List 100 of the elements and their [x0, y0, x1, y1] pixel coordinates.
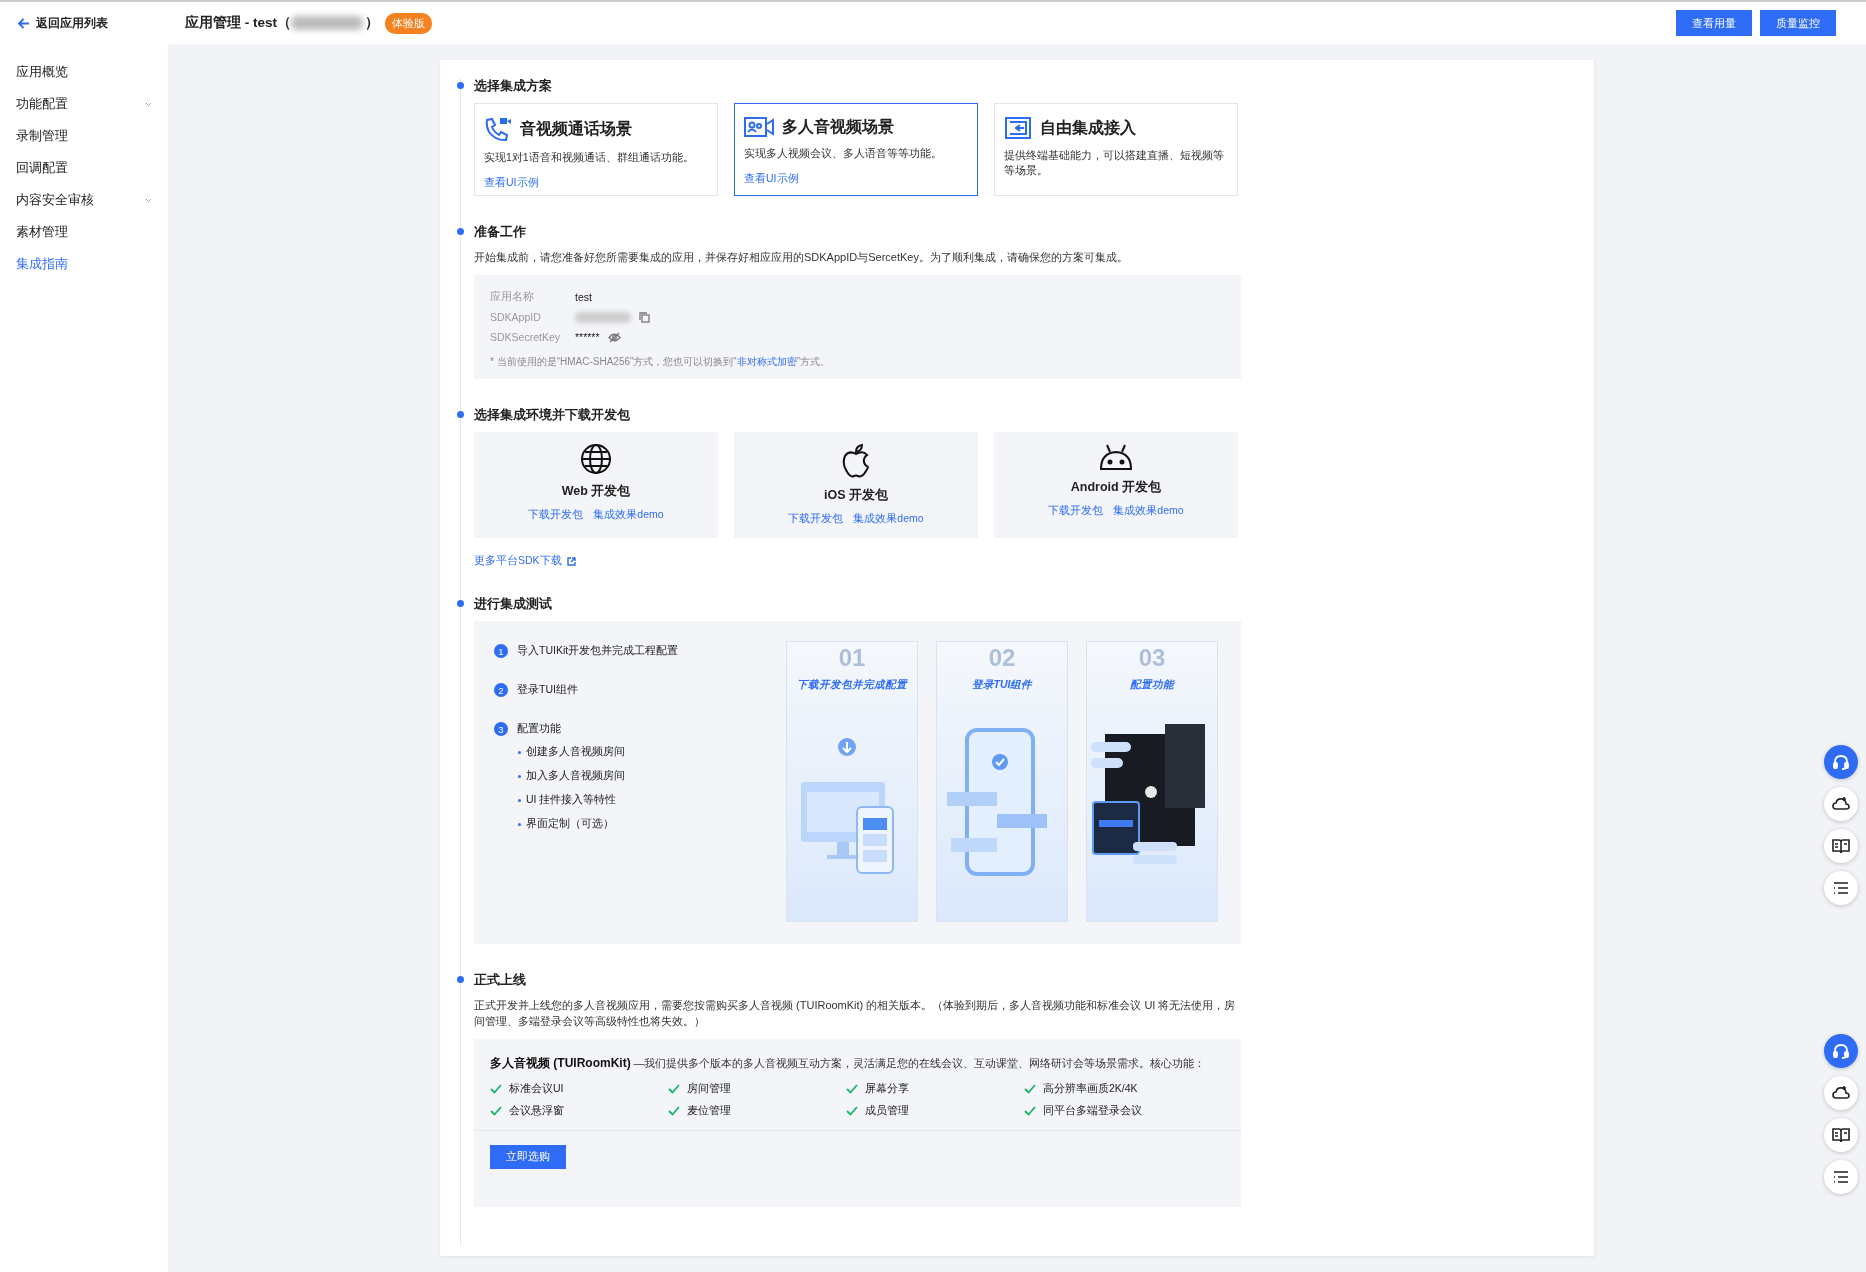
section-title: 选择集成环境并下载开发包	[474, 407, 631, 424]
section-title: 进行集成测试	[474, 596, 553, 613]
download-link[interactable]: 集成效果demo	[593, 508, 664, 522]
video-meeting-icon	[744, 116, 774, 138]
download-link[interactable]: 集成效果demo	[853, 512, 924, 526]
check-icon	[490, 1106, 502, 1116]
check-icon	[846, 1084, 858, 1094]
section-title: 选择集成方案	[474, 78, 553, 95]
book-icon[interactable]	[1824, 1118, 1858, 1152]
platform-title: iOS 开发包	[824, 487, 888, 504]
external-link-icon	[566, 556, 576, 566]
scenario-title: 音视频通话场景	[520, 118, 632, 139]
download-link[interactable]: 下载开发包	[1048, 504, 1104, 518]
timeline-dot	[457, 228, 464, 235]
sidebar-item[interactable]: 集成指南	[0, 248, 168, 280]
step-number: 2	[494, 683, 508, 697]
platform-title: Web 开发包	[561, 483, 631, 500]
phone-camera-icon	[484, 116, 512, 142]
sidebar-item[interactable]: 内容安全审核	[0, 184, 168, 216]
sidebar-item[interactable]: 功能配置	[0, 88, 168, 120]
check-icon	[490, 1084, 502, 1094]
feature-label: 房间管理	[687, 1082, 731, 1096]
buy-button[interactable]: 立即选购	[490, 1145, 566, 1169]
step-panel-number: 03	[1138, 644, 1166, 671]
step-number: 1	[494, 644, 508, 658]
redacted-value	[575, 311, 631, 323]
download-link[interactable]: 下载开发包	[528, 508, 584, 522]
sidebar-item[interactable]: 应用概览	[0, 56, 168, 88]
step-panel-number: 02	[988, 644, 1016, 671]
section-title: 正式上线	[474, 972, 527, 989]
bullet-dot	[518, 750, 521, 754]
info-label: SDKSecretKey	[490, 331, 562, 343]
scenario-description: 实现1对1语音和视频通话、群组通话功能。	[484, 150, 695, 165]
bullet-dot	[518, 798, 521, 802]
ui-example-link[interactable]: 查看UI示例	[484, 176, 539, 188]
info-label: 应用名称	[490, 290, 535, 304]
check-icon	[846, 1106, 858, 1116]
download-link[interactable]: 下载开发包	[788, 512, 844, 526]
scenario-description: 实现多人视频会议、多人语音等等功能。	[744, 146, 943, 161]
headset-icon[interactable]	[1824, 745, 1858, 779]
encryption-note: * 当前使用的是“HMAC-SHA256”方式，您也可以切换到“非对称式加密”方式。	[490, 355, 832, 369]
bullet-dot	[518, 822, 521, 826]
step-panel-title: 登录TUI组件	[971, 678, 1033, 690]
section-description: 正式开发并上线您的多人音视频应用，需要您按需购买多人音视频 (TUIRoomKit) 的相关版本。（体验到期后，多人音视频功能和标准会议 UI 将无法使用，房间管理、多端登录会议等高级特性也将失效。）	[474, 998, 1237, 1029]
step-bullet: UI 挂件接入等特性	[526, 793, 617, 807]
product-description: 多人音视频 (TUIRoomKit) —我们提供多个版本的多人音视频互动方案，灵活满足您的在线会议、互动课堂、网络研讨会等场景需求。核心功能：	[489, 1055, 1207, 1072]
scenario-description: 提供终端基础能力，可以搭建直播、短视频等等场景。	[1004, 148, 1225, 178]
step-panel-title: 配置功能	[1130, 678, 1174, 690]
sidebar-item[interactable]: 录制管理	[0, 120, 168, 152]
info-label: SDKAppID	[490, 311, 542, 323]
feature-label: 麦位管理	[687, 1104, 731, 1118]
cloud-plus-icon[interactable]	[1824, 787, 1858, 821]
more-sdk-link[interactable]: 更多平台SDK下载	[474, 554, 576, 568]
back-link[interactable]: 返回应用列表	[0, 14, 168, 32]
header-button[interactable]: 质量监控	[1760, 10, 1836, 36]
redacted-value	[291, 16, 363, 30]
scenario-card[interactable]: 自由集成接入 提供终端基础能力，可以搭建直播、短视频等等场景。	[994, 103, 1238, 196]
globe-icon	[580, 443, 612, 475]
check-icon	[668, 1106, 680, 1116]
headset-icon[interactable]	[1824, 1034, 1858, 1068]
list-icon[interactable]	[1824, 1160, 1858, 1194]
timeline-dot	[457, 82, 464, 89]
arrow-left-icon	[18, 17, 30, 29]
integration-icon	[1004, 116, 1032, 140]
page-title: 应用管理 - test（	[185, 14, 291, 32]
step-label: 登录TUI组件	[517, 683, 578, 697]
ui-example-link[interactable]: 查看UI示例	[744, 172, 799, 184]
scenario-card[interactable]: 多人音视频场景 实现多人视频会议、多人语音等等功能。 查看UI示例	[734, 103, 978, 196]
step-bullet: 界面定制（可选）	[526, 817, 614, 831]
step-bullet: 加入多人音视频房间	[526, 769, 625, 783]
check-icon	[1024, 1084, 1036, 1094]
cloud-plus-icon[interactable]	[1824, 1076, 1858, 1110]
info-value: ******	[575, 331, 600, 343]
sidebar-item[interactable]: 回调配置	[0, 152, 168, 184]
bullet-dot	[518, 774, 521, 778]
download-link[interactable]: 集成效果demo	[1113, 504, 1184, 518]
scenario-title: 自由集成接入	[1040, 117, 1136, 138]
feature-label: 标准会议UI	[509, 1082, 564, 1096]
header-button[interactable]: 查看用量	[1676, 10, 1752, 36]
feature-label: 成员管理	[865, 1104, 909, 1118]
feature-label: 会议悬浮窗	[509, 1104, 564, 1118]
sidebar-item[interactable]: 素材管理	[0, 216, 168, 248]
eye-slash-icon[interactable]	[607, 331, 621, 343]
info-value: test	[575, 291, 592, 303]
feature-label: 屏幕分享	[865, 1082, 909, 1096]
copy-icon[interactable]	[639, 311, 650, 323]
check-icon	[668, 1084, 680, 1094]
apple-icon	[841, 443, 871, 479]
book-icon[interactable]	[1824, 829, 1858, 863]
scenario-card[interactable]: 音视频通话场景 实现1对1语音和视频通话、群组通话功能。 查看UI示例	[474, 103, 718, 196]
step-label: 配置功能	[517, 722, 561, 736]
page-title-end: ）	[365, 14, 379, 32]
feature-label: 高分辨率画质2K/4K	[1043, 1082, 1138, 1096]
list-icon[interactable]	[1824, 871, 1858, 905]
timeline-dot	[457, 600, 464, 607]
step-label: 导入TUIKit开发包并完成工程配置	[517, 644, 679, 658]
step-panel-title: 下载开发包并完成配置	[797, 678, 907, 690]
encryption-link[interactable]: 非对称式加密	[736, 356, 797, 367]
android-icon	[1098, 443, 1134, 471]
step-bullet: 创建多人音视频房间	[526, 745, 625, 759]
